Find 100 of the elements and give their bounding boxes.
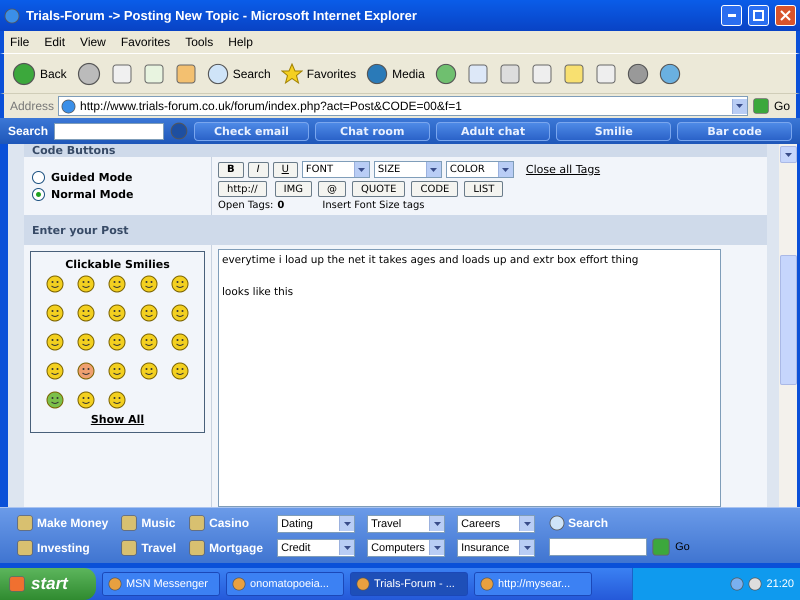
address-label: Address — [10, 99, 54, 113]
dropdown[interactable]: Dating — [277, 514, 356, 532]
close-button[interactable] — [775, 5, 796, 26]
menu-item[interactable]: Tools — [185, 35, 214, 49]
smiley-icon[interactable] — [77, 275, 96, 293]
link-button[interactable]: Check email — [194, 122, 309, 140]
tag-button[interactable]: LIST — [464, 181, 504, 197]
smiley-icon[interactable] — [77, 333, 96, 351]
section-header: Code Buttons — [24, 144, 767, 157]
smiley-icon[interactable] — [46, 391, 64, 409]
toolbar-link[interactable]: Investing — [16, 539, 108, 557]
smiley-icon[interactable] — [46, 304, 64, 322]
smiley-icon[interactable] — [140, 275, 158, 293]
smiley-icon[interactable] — [140, 362, 158, 380]
mode-radio[interactable]: Guided Mode — [32, 171, 203, 184]
favorites-button[interactable]: Favorites — [280, 62, 356, 84]
toolbar-link[interactable]: Mortgage — [188, 539, 264, 557]
smiley-icon[interactable] — [46, 362, 64, 380]
open-tags-label: Open Tags: — [218, 200, 274, 211]
tag-button[interactable]: http:// — [218, 181, 267, 197]
hint-text: Insert Font Size tags — [322, 200, 424, 211]
search-button[interactable]: Search — [206, 62, 271, 84]
smiley-icon[interactable] — [171, 362, 190, 380]
post-textarea[interactable]: everytime i load up the net it takes ages and loads up and extr box effort thing looks like this — [218, 249, 721, 507]
show-all-link[interactable]: Show All — [90, 413, 144, 426]
radio-button[interactable] — [32, 171, 45, 184]
radio-button[interactable] — [32, 188, 45, 201]
menu-item[interactable]: Help — [228, 35, 253, 49]
caret-icon — [434, 546, 441, 550]
dropdown[interactable]: Insurance — [457, 538, 536, 556]
go-button[interactable]: Go — [651, 536, 690, 556]
caret-icon — [430, 168, 438, 172]
scrollbar[interactable] — [779, 144, 800, 507]
caret-icon — [784, 152, 792, 156]
go-button[interactable]: Go — [752, 97, 790, 115]
search-field[interactable] — [549, 538, 648, 556]
dropdown[interactable]: Travel — [367, 514, 446, 532]
close-tags-link[interactable]: Close all Tags — [526, 163, 600, 176]
menu-item[interactable]: File — [10, 35, 30, 49]
smiley-icon[interactable] — [108, 304, 126, 322]
minimize-icon — [728, 14, 736, 17]
format-button[interactable]: B — [218, 162, 244, 178]
link-button[interactable]: Smilie — [556, 122, 672, 140]
tag-button[interactable]: @ — [318, 181, 346, 197]
clock: 21:20 — [766, 578, 794, 590]
smiley-icon[interactable] — [108, 362, 126, 380]
smiley-icon[interactable] — [77, 304, 96, 322]
window-title: Trials-Forum -> Posting New Topic - Microsoft Internet Explorer — [26, 8, 418, 23]
smiley-icon[interactable] — [46, 333, 64, 351]
caret-icon — [344, 546, 351, 550]
menu-item[interactable]: Edit — [44, 35, 66, 49]
taskbar-button[interactable]: MSN Messenger — [102, 572, 220, 596]
dropdown[interactable]: Credit — [277, 538, 356, 556]
link-button[interactable]: Adult chat — [436, 122, 550, 140]
smiley-icon[interactable] — [171, 333, 190, 351]
smiley-icon[interactable] — [77, 391, 96, 409]
taskbar-button[interactable]: http://mysear... — [474, 572, 592, 596]
caret-icon — [736, 104, 744, 108]
dropdown[interactable]: SIZE — [374, 161, 442, 178]
smiley-icon[interactable] — [108, 391, 126, 409]
tag-button[interactable]: IMG — [274, 181, 312, 197]
tag-button[interactable]: QUOTE — [352, 181, 406, 197]
mode-label: Normal Mode — [51, 188, 134, 201]
media-button[interactable]: Media — [366, 62, 425, 84]
smiley-icon[interactable] — [77, 362, 96, 380]
link-button[interactable]: Chat room — [314, 122, 430, 140]
smiley-icon[interactable] — [171, 275, 190, 293]
menu-item[interactable]: Favorites — [120, 35, 170, 49]
maximize-icon — [753, 10, 764, 21]
taskbar-button[interactable]: onomatopoeia... — [226, 572, 344, 596]
dropdown[interactable]: COLOR — [446, 161, 514, 178]
tag-button[interactable]: CODE — [411, 181, 458, 197]
address-field[interactable]: http://www.trials-forum.co.uk/forum/index.php?act=Post&CODE=00&f=1 — [58, 96, 748, 116]
format-button[interactable]: U — [272, 162, 298, 178]
section-header: Enter your Post — [24, 215, 767, 245]
back-button[interactable]: Back — [12, 62, 67, 86]
smiley-icon[interactable] — [108, 333, 126, 351]
close-icon — [780, 10, 791, 21]
taskbar-button[interactable]: Trials-Forum - ... — [350, 572, 468, 596]
smiley-icon[interactable] — [140, 333, 158, 351]
mode-radio[interactable]: Normal Mode — [32, 188, 203, 201]
caret-icon — [358, 168, 366, 172]
toolbar-link[interactable]: Travel — [120, 539, 176, 557]
format-button[interactable]: I — [248, 162, 269, 178]
open-tags-count: 0 — [277, 200, 284, 211]
minimize-button[interactable] — [721, 5, 742, 26]
dropdown[interactable]: FONT — [302, 161, 370, 178]
smiley-icon[interactable] — [46, 275, 64, 293]
search-field[interactable] — [54, 122, 164, 140]
caret-icon — [434, 522, 441, 526]
menu-item[interactable]: View — [80, 35, 106, 49]
smilies-title: Clickable Smilies — [65, 258, 170, 271]
link-button[interactable]: Bar code — [677, 122, 792, 140]
smiley-icon[interactable] — [140, 304, 158, 322]
mode-label: Guided Mode — [51, 171, 133, 184]
smiley-icon[interactable] — [171, 304, 190, 322]
maximize-button[interactable] — [748, 5, 769, 26]
dropdown[interactable]: Careers — [457, 514, 536, 532]
smiley-icon[interactable] — [108, 275, 126, 293]
dropdown[interactable]: Computers — [367, 538, 446, 556]
